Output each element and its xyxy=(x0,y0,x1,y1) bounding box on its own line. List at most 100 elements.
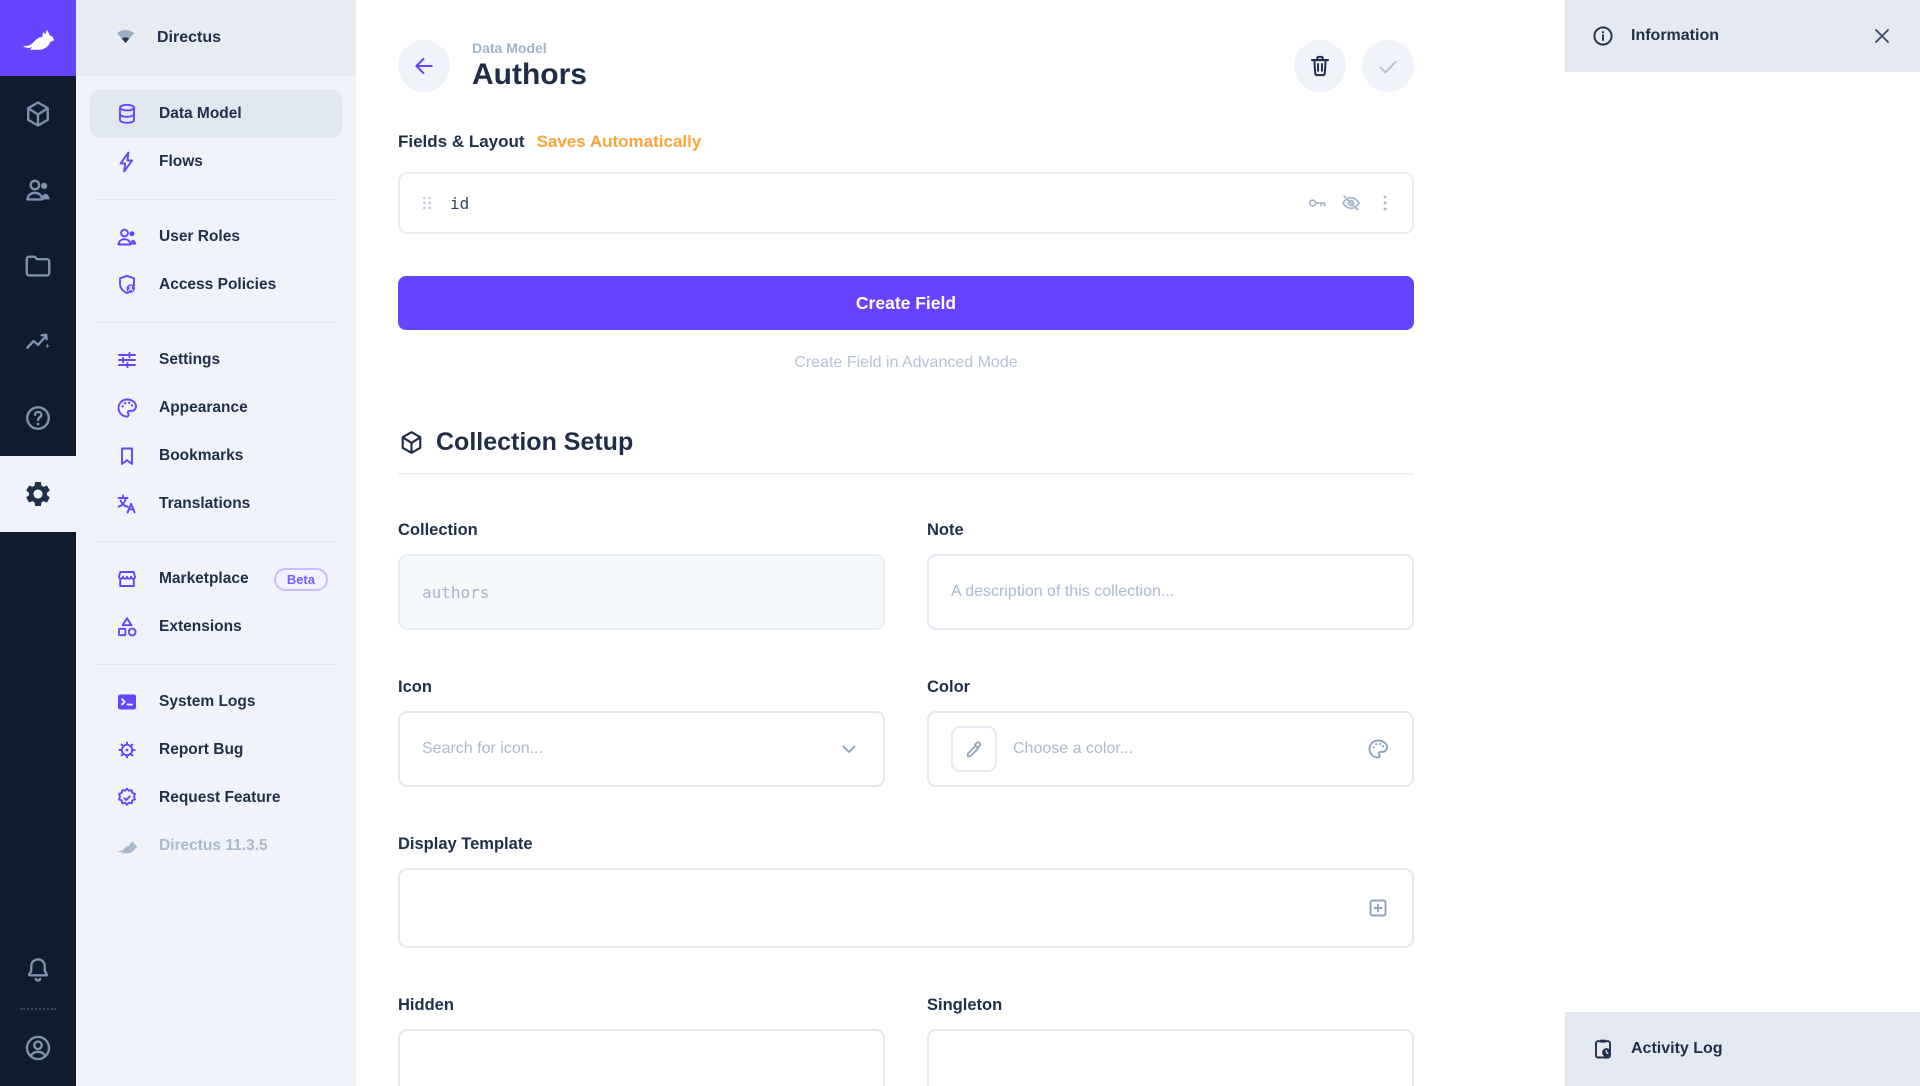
sidebar-item-flows[interactable]: Flows xyxy=(90,138,342,186)
sidebar-item-user-roles[interactable]: User Roles xyxy=(90,213,342,261)
display-template-label: Display Template xyxy=(398,835,1414,854)
arrow-left-icon xyxy=(411,53,437,79)
sidebar-item-access-policies[interactable]: Access Policies xyxy=(90,261,342,309)
fields-layout-header: Fields & Layout Saves Automatically xyxy=(398,132,1414,152)
field-row-id[interactable]: id xyxy=(398,172,1414,234)
help-icon xyxy=(23,403,53,433)
close-panel-button[interactable] xyxy=(1870,24,1894,48)
information-header: Information xyxy=(1565,0,1920,72)
main-header: Data Model Authors xyxy=(398,40,1414,92)
sidebar-item-label: Marketplace xyxy=(159,570,249,588)
user-circle-icon xyxy=(23,1033,53,1063)
color-label: Color xyxy=(927,678,1414,697)
color-swatch-button[interactable] xyxy=(951,726,997,772)
directus-rabbit-icon xyxy=(115,834,139,858)
project-header[interactable]: Directus xyxy=(76,0,356,76)
folder-icon xyxy=(23,251,53,281)
create-field-button[interactable]: Create Field xyxy=(398,276,1414,330)
key-icon xyxy=(1306,192,1328,214)
extensions-icon xyxy=(115,615,139,639)
sidebar-item-label: Access Policies xyxy=(159,276,276,294)
sidebar-item-request-feature[interactable]: Request Feature xyxy=(90,774,342,822)
note-input[interactable] xyxy=(951,583,1390,601)
sidebar-item-data-model[interactable]: Data Model xyxy=(90,90,342,138)
sidebar-item-label: Bookmarks xyxy=(159,447,243,465)
icon-select[interactable] xyxy=(398,711,885,787)
check-icon xyxy=(1375,53,1401,79)
sidebar-item-label: User Roles xyxy=(159,228,240,246)
save-button[interactable] xyxy=(1362,40,1414,92)
sidebar-item-report-bug[interactable]: Report Bug xyxy=(90,726,342,774)
drag-handle-icon[interactable] xyxy=(416,192,438,214)
sidebar-item-translations[interactable]: Translations xyxy=(90,480,342,528)
info-icon xyxy=(1591,24,1615,48)
delete-collection-button[interactable] xyxy=(1294,40,1346,92)
more-vertical-icon[interactable] xyxy=(1374,192,1396,214)
sidebar-divider xyxy=(94,664,338,665)
note-label: Note xyxy=(927,521,1414,540)
color-input-shell xyxy=(927,711,1414,787)
sidebar-item-label: Settings xyxy=(159,351,220,369)
notifications-button[interactable] xyxy=(0,932,76,1008)
note-field-group: Note xyxy=(927,521,1414,630)
eyedropper-icon xyxy=(963,738,986,761)
sidebar-divider xyxy=(94,541,338,542)
module-bar xyxy=(0,0,76,1086)
sidebar-item-label: Appearance xyxy=(159,399,248,417)
database-icon xyxy=(115,102,139,126)
storefront-icon xyxy=(115,567,139,591)
sidebar-item-bookmarks[interactable]: Bookmarks xyxy=(90,432,342,480)
sidebar-item-settings[interactable]: Settings xyxy=(90,336,342,384)
singleton-input-shell[interactable] xyxy=(927,1029,1414,1086)
settings-gear-icon xyxy=(23,479,53,509)
hidden-input-shell[interactable] xyxy=(398,1029,885,1086)
users-icon xyxy=(23,175,53,205)
sidebar-item-appearance[interactable]: Appearance xyxy=(90,384,342,432)
chevron-down-icon[interactable] xyxy=(837,737,861,761)
eye-off-icon[interactable] xyxy=(1340,192,1362,214)
close-icon xyxy=(1870,24,1894,48)
beta-badge: Beta xyxy=(274,568,328,591)
box-icon xyxy=(398,429,425,456)
add-box-icon[interactable] xyxy=(1366,896,1390,920)
icon-label: Icon xyxy=(398,678,885,697)
project-name: Directus xyxy=(157,29,221,47)
main-content: Data Model Authors xyxy=(356,0,1565,1086)
module-users-button[interactable] xyxy=(0,152,76,228)
module-content-button[interactable] xyxy=(0,76,76,152)
bookmark-icon xyxy=(115,444,139,468)
trash-icon xyxy=(1307,53,1333,79)
user-menu-button[interactable] xyxy=(0,1010,76,1086)
activity-log-button[interactable]: Activity Log xyxy=(1565,1012,1920,1086)
bell-icon xyxy=(23,955,53,985)
sidebar-item-extensions[interactable]: Extensions xyxy=(90,603,342,651)
sidebar-item-label: Request Feature xyxy=(159,789,280,807)
collection-label: Collection xyxy=(398,521,885,540)
singleton-label: Singleton xyxy=(927,996,1414,1015)
module-files-button[interactable] xyxy=(0,228,76,304)
hidden-field-group: Hidden xyxy=(398,996,885,1086)
directus-logo-button[interactable] xyxy=(0,0,76,76)
sidebar-item-label: Data Model xyxy=(159,105,242,123)
color-input[interactable] xyxy=(1013,740,1366,758)
create-field-advanced-link[interactable]: Create Field in Advanced Mode xyxy=(398,354,1414,372)
sidebar-item-system-logs[interactable]: System Logs xyxy=(90,678,342,726)
module-bar-spacer xyxy=(0,532,76,932)
tune-icon xyxy=(115,348,139,372)
module-help-button[interactable] xyxy=(0,380,76,456)
sidebar-item-label: Report Bug xyxy=(159,741,243,759)
activity-log-icon xyxy=(1591,1037,1615,1061)
back-button[interactable] xyxy=(398,40,450,92)
sidebar-divider xyxy=(94,199,338,200)
display-template-group: Display Template xyxy=(398,835,1414,948)
icon-search-input[interactable] xyxy=(422,740,837,758)
page-title: Authors xyxy=(472,58,587,92)
module-settings-button[interactable] xyxy=(0,456,76,532)
bug-icon xyxy=(115,738,139,762)
palette-icon xyxy=(115,396,139,420)
display-template-input[interactable] xyxy=(422,899,1366,917)
palette-icon[interactable] xyxy=(1366,737,1390,761)
sidebar-item-marketplace[interactable]: Marketplace Beta xyxy=(90,555,342,603)
module-insights-button[interactable] xyxy=(0,304,76,380)
drag-dots-icon xyxy=(416,192,438,214)
